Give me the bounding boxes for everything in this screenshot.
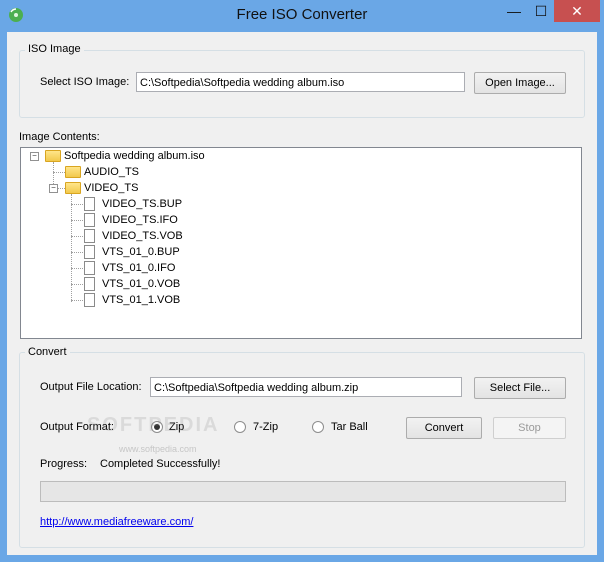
convert-button[interactable]: Convert bbox=[406, 417, 482, 439]
tree-node-file[interactable]: VTS_01_1.VOB bbox=[102, 292, 180, 308]
output-path-input[interactable]: C:\Softpedia\Softpedia wedding album.zip bbox=[150, 377, 462, 397]
tree-connector bbox=[53, 172, 65, 173]
watermark-logo: SOFTPEDIA bbox=[87, 414, 220, 436]
tree-connector bbox=[71, 194, 72, 302]
image-contents-label: Image Contents: bbox=[19, 131, 100, 143]
website-link[interactable]: http://www.mediafreeware.com/ bbox=[40, 516, 193, 528]
tree-connector bbox=[71, 252, 83, 253]
tree-node-file[interactable]: VTS_01_0.VOB bbox=[102, 276, 180, 292]
open-image-button[interactable]: Open Image... bbox=[474, 72, 566, 94]
collapse-toggle-root[interactable]: − bbox=[30, 152, 39, 161]
file-icon bbox=[84, 277, 95, 291]
watermark-url: www.softpedia.com bbox=[119, 444, 197, 454]
radio-tar-ball-label[interactable]: Tar Ball bbox=[331, 421, 368, 433]
iso-path-input[interactable]: C:\Softpedia\Softpedia wedding album.iso bbox=[136, 72, 465, 92]
progress-label: Progress: bbox=[40, 458, 88, 470]
tree-connector bbox=[71, 300, 83, 301]
tree-node-file[interactable]: VTS_01_0.IFO bbox=[102, 260, 175, 276]
output-location-label: Output File Location: bbox=[40, 381, 142, 393]
file-icon bbox=[84, 245, 95, 259]
maximize-icon: ☐ bbox=[534, 2, 548, 19]
select-iso-label: Select ISO Image: bbox=[40, 76, 130, 88]
file-icon bbox=[84, 213, 95, 227]
close-button[interactable]: ✕ bbox=[554, 0, 600, 22]
close-icon: ✕ bbox=[571, 2, 583, 19]
tree-connector bbox=[71, 204, 83, 205]
collapse-toggle-video-ts[interactable]: − bbox=[49, 184, 58, 193]
app-window: Free ISO Converter — ☐ ✕ ISO Image Selec… bbox=[0, 0, 604, 562]
tree-connector bbox=[57, 188, 65, 189]
file-icon bbox=[84, 197, 95, 211]
title-bar[interactable]: Free ISO Converter — ☐ ✕ bbox=[0, 0, 604, 32]
image-contents-tree[interactable]: − Softpedia wedding album.iso AUDIO_TS −… bbox=[20, 147, 582, 339]
maximize-button[interactable]: ☐ bbox=[528, 0, 554, 22]
tree-connector bbox=[71, 268, 83, 269]
progress-status: Completed Successfully! bbox=[100, 458, 221, 470]
tree-node-file[interactable]: VIDEO_TS.IFO bbox=[102, 212, 178, 228]
tree-node-root[interactable]: Softpedia wedding album.iso bbox=[64, 148, 205, 164]
tree-node-file[interactable]: VIDEO_TS.BUP bbox=[102, 196, 182, 212]
minimize-button[interactable]: — bbox=[500, 0, 528, 22]
tree-connector bbox=[71, 284, 83, 285]
client-area: ISO Image Select ISO Image: C:\Softpedia… bbox=[7, 32, 597, 555]
tree-connector bbox=[71, 236, 83, 237]
tree-connector bbox=[71, 220, 83, 221]
minimize-icon: — bbox=[507, 3, 521, 19]
radio-tar-ball[interactable] bbox=[312, 421, 324, 433]
file-icon bbox=[84, 261, 95, 275]
tree-node-folder[interactable]: AUDIO_TS bbox=[84, 164, 139, 180]
file-icon bbox=[84, 293, 95, 307]
tree-node-folder[interactable]: VIDEO_TS bbox=[84, 180, 138, 196]
folder-open-icon bbox=[65, 182, 81, 194]
progress-bar bbox=[40, 481, 566, 502]
tree-node-file[interactable]: VIDEO_TS.VOB bbox=[102, 228, 183, 244]
convert-legend: Convert bbox=[25, 346, 70, 358]
radio-7zip-label[interactable]: 7-Zip bbox=[253, 421, 278, 433]
folder-open-icon bbox=[45, 150, 61, 162]
tree-node-file[interactable]: VTS_01_0.BUP bbox=[102, 244, 180, 260]
select-file-button[interactable]: Select File... bbox=[474, 377, 566, 399]
iso-image-legend: ISO Image bbox=[25, 43, 84, 55]
folder-icon bbox=[65, 166, 81, 178]
file-icon bbox=[84, 229, 95, 243]
radio-7zip[interactable] bbox=[234, 421, 246, 433]
stop-button[interactable]: Stop bbox=[493, 417, 566, 439]
